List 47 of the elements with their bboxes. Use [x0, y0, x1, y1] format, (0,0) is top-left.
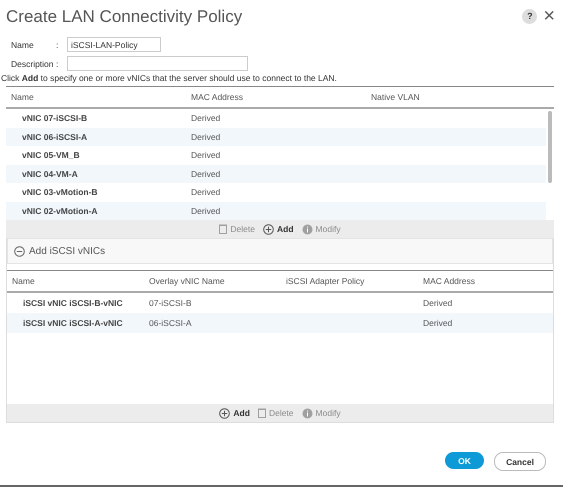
table-cell-text: Derived [190, 113, 222, 124]
column-header[interactable]: Name [7, 276, 144, 286]
column-header[interactable]: iSCSI Adapter Policy [281, 276, 418, 286]
instruction-text: Click Add to specify one or more vNICs that the server should use to connect to the LAN. [1, 73, 338, 83]
table-cell-text: Derived [190, 206, 222, 216]
add-button[interactable]: Add [263, 224, 294, 234]
field-label: Description [11, 58, 55, 68]
field-label: Name [11, 40, 35, 50]
table-cell-text: vNIC 02-vMotion-A [21, 206, 99, 216]
table-cell-text: vNIC 05-VM_B [21, 150, 81, 160]
column-header[interactable]: MAC Address [186, 92, 366, 102]
table-cell-text: 06-iSCSI-A [148, 318, 193, 328]
collapse-icon [14, 246, 25, 256]
scrollbar-thumb[interactable] [548, 111, 552, 183]
table-cell-text: 07-iSCSI-B [148, 298, 193, 308]
table-cell-text: vNIC 06-iSCSI-A [21, 132, 88, 142]
table-cell-text: iSCSI vNIC iSCSI-B-vNIC [22, 298, 124, 308]
cancel-button[interactable]: Cancel [494, 452, 546, 471]
trash-icon [258, 408, 266, 418]
table-cell-text: Derived [190, 132, 222, 142]
info-icon [302, 224, 313, 234]
trash-icon [219, 224, 228, 234]
description-field[interactable] [67, 56, 248, 71]
dialog-title: Create LAN Connectivity Policy [6, 7, 244, 27]
info-icon [302, 408, 313, 418]
add-button[interactable]: Add [219, 408, 250, 418]
table-cell-text: Derived [190, 168, 222, 179]
column-header[interactable]: MAC Address [418, 276, 553, 286]
column-header[interactable]: Native VLAN [366, 92, 554, 102]
add-icon [263, 224, 274, 234]
add-icon [219, 408, 230, 418]
table-cell-text: Derived [190, 150, 222, 160]
name-field[interactable]: iSCSI-LAN-Policy [67, 37, 161, 52]
close-button[interactable]: × [543, 6, 555, 26]
table-cell-text: vNIC 04-VM-A [21, 168, 79, 179]
table-cell-text: vNIC 07-iSCSI-B [21, 113, 88, 124]
colon: : [56, 58, 60, 68]
table-cell-text: Derived [422, 318, 454, 328]
table-cell-text: vNIC 03-vMotion-B [21, 187, 99, 198]
table-cell-text: iSCSI vNIC iSCSI-A-vNIC [22, 318, 124, 328]
table-cell-text: Derived [190, 187, 222, 198]
colon: : [56, 40, 60, 50]
section-header[interactable]: Add iSCSI vNICs [7, 238, 553, 264]
column-header[interactable]: Overlay vNIC Name [144, 276, 281, 286]
table-cell-text: Derived [422, 298, 454, 308]
column-header[interactable]: Name [6, 92, 186, 102]
help-button[interactable]: ? [522, 8, 538, 24]
